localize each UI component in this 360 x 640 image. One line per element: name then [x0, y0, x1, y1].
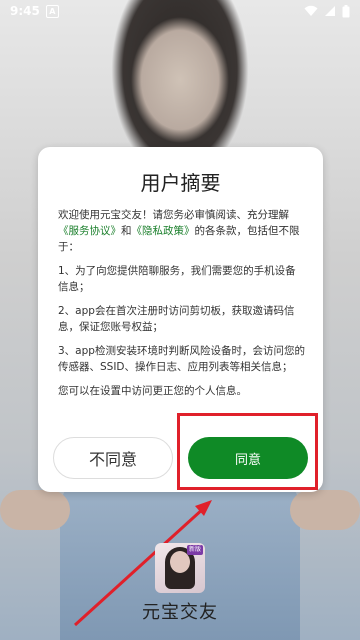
- app-name: 元宝交友: [142, 602, 218, 623]
- logo-badge: 新版: [187, 545, 203, 555]
- app-logo: 新版: [155, 543, 205, 593]
